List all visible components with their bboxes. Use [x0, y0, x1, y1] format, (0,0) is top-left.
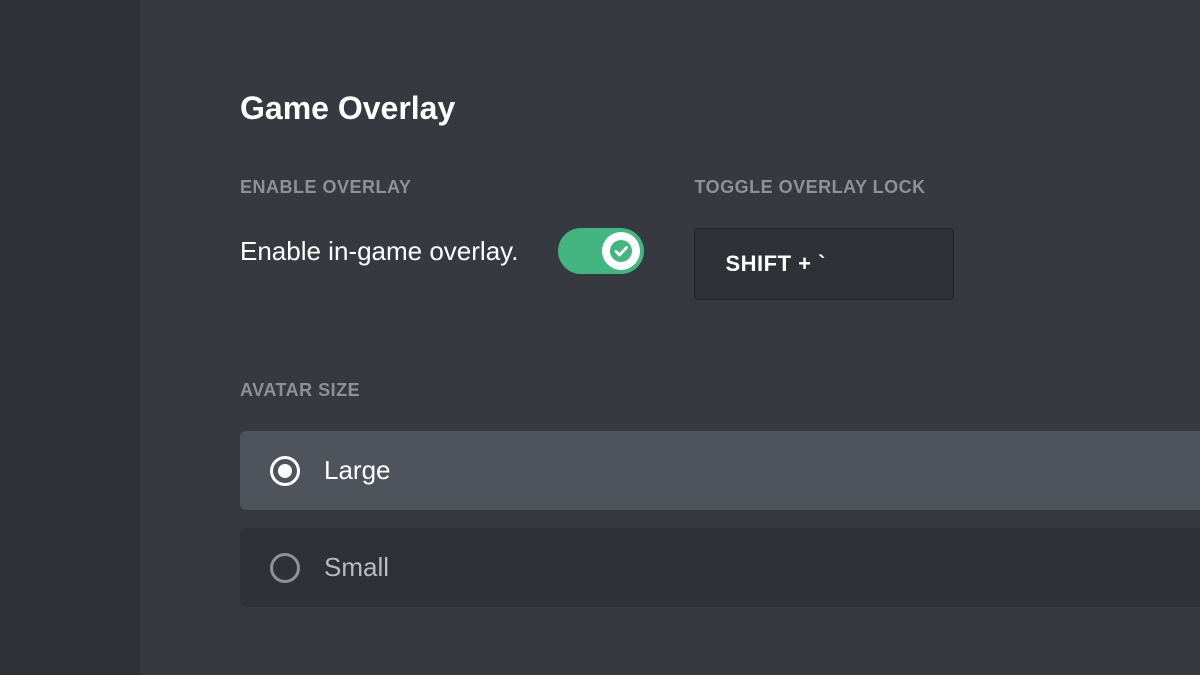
enable-overlay-toggle[interactable] — [558, 228, 644, 274]
enable-overlay-block: ENABLE OVERLAY Enable in-game overlay. — [240, 177, 644, 300]
avatar-size-option-small[interactable]: Small — [240, 528, 1200, 607]
avatar-size-eyebrow: AVATAR SIZE — [240, 380, 1200, 401]
overlay-settings-row: ENABLE OVERLAY Enable in-game overlay. T… — [240, 177, 1200, 300]
keybind-value: SHIFT + ` — [725, 251, 825, 276]
radio-selected-icon — [270, 456, 300, 486]
toggle-knob — [602, 232, 640, 270]
radio-unselected-icon — [270, 553, 300, 583]
radio-dot — [278, 464, 292, 478]
page-title: Game Overlay — [240, 90, 1200, 127]
enable-overlay-row: Enable in-game overlay. — [240, 228, 644, 274]
avatar-size-option-large[interactable]: Large — [240, 431, 1200, 510]
settings-sidebar — [0, 0, 140, 675]
radio-label: Small — [324, 552, 389, 583]
enable-overlay-label: Enable in-game overlay. — [240, 236, 518, 267]
checkmark-icon — [609, 239, 633, 263]
keybind-input[interactable]: SHIFT + ` — [694, 228, 954, 300]
settings-content: Game Overlay ENABLE OVERLAY Enable in-ga… — [140, 0, 1200, 675]
toggle-lock-eyebrow: TOGGLE OVERLAY LOCK — [694, 177, 954, 198]
avatar-size-section: AVATAR SIZE Large Small — [240, 380, 1200, 607]
toggle-lock-block: TOGGLE OVERLAY LOCK SHIFT + ` — [694, 177, 954, 300]
enable-overlay-eyebrow: ENABLE OVERLAY — [240, 177, 644, 198]
radio-label: Large — [324, 455, 391, 486]
